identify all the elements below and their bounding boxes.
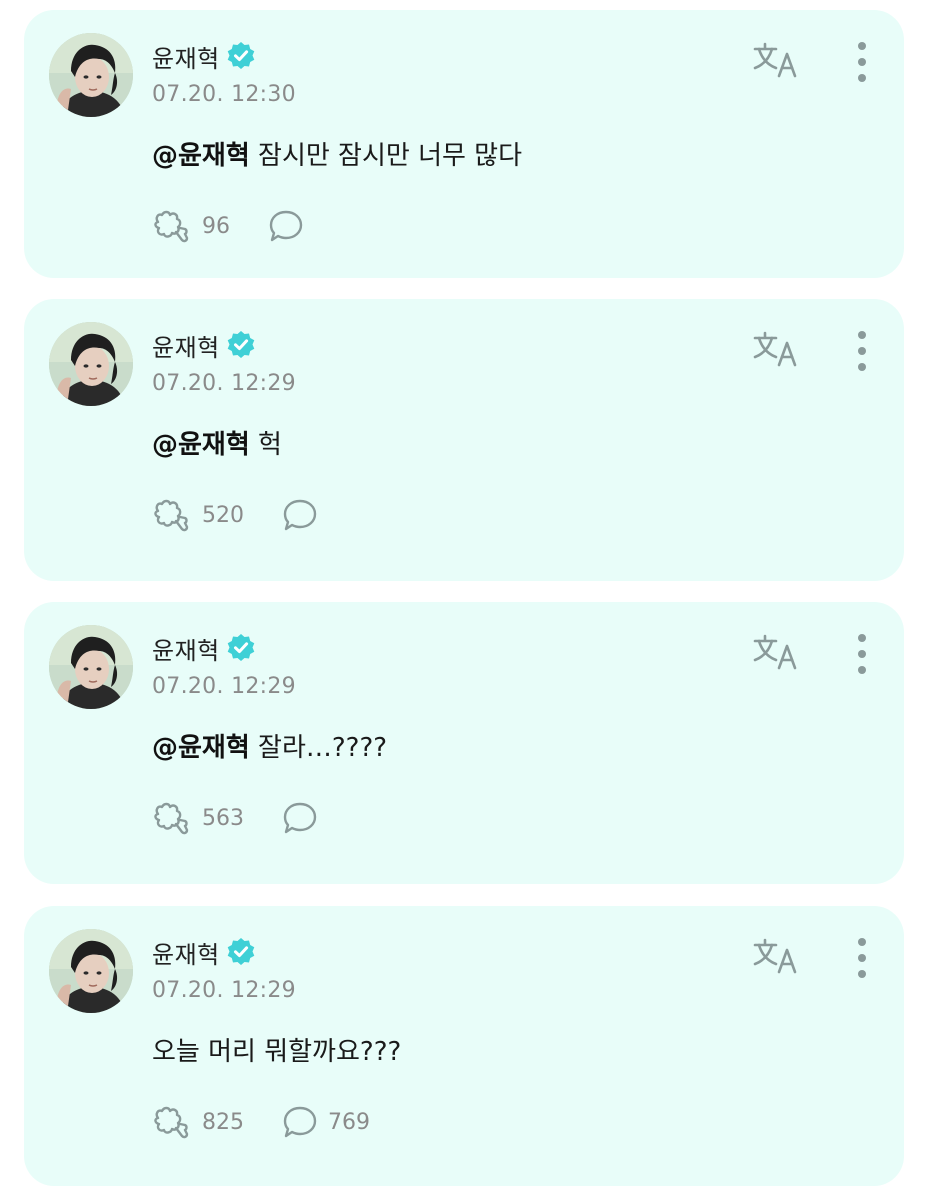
heart-hand-icon: [152, 208, 192, 244]
like-count: 520: [202, 502, 244, 528]
more-vertical-icon[interactable]: [850, 329, 874, 373]
avatar[interactable]: [49, 929, 133, 1013]
comment-button[interactable]: [268, 208, 304, 244]
post-card[interactable]: 윤재혁 07.20. 12:30 @윤재혁 잠시만 잠시만 너무 많다 96: [24, 10, 904, 278]
post-actions: 96: [152, 205, 342, 247]
like-button[interactable]: 96: [152, 208, 230, 244]
post-actions: 563: [152, 797, 356, 839]
speech-bubble-icon: [282, 1104, 318, 1140]
mention-link[interactable]: @윤재혁: [152, 733, 250, 763]
post-text: 오늘 머리 뭐할까요???: [152, 1037, 402, 1067]
post-body: @윤재혁 잠시만 잠시만 너무 많다: [152, 135, 522, 172]
mention-link[interactable]: @윤재혁: [152, 430, 250, 460]
more-vertical-icon[interactable]: [850, 936, 874, 980]
translate-icon[interactable]: [752, 329, 802, 369]
speech-bubble-icon: [282, 800, 318, 836]
post-timestamp: 07.20. 12:29: [152, 674, 296, 699]
post-actions: 825 769: [152, 1101, 408, 1143]
post-timestamp: 07.20. 12:30: [152, 82, 296, 107]
post-card[interactable]: 윤재혁 07.20. 12:29 @윤재혁 잘라…???? 563: [24, 602, 904, 884]
post-body: @윤재혁 잘라…????: [152, 727, 387, 764]
speech-bubble-icon: [268, 208, 304, 244]
speech-bubble-icon: [282, 497, 318, 533]
like-button[interactable]: 563: [152, 800, 244, 836]
post-text: 잘라…????: [249, 733, 388, 763]
verified-badge-icon: [226, 633, 256, 663]
author-name[interactable]: 윤재혁: [152, 328, 220, 363]
author-name[interactable]: 윤재혁: [152, 935, 220, 970]
author-row: 윤재혁: [152, 39, 256, 73]
comment-button[interactable]: 769: [282, 1104, 370, 1140]
post-timestamp: 07.20. 12:29: [152, 978, 296, 1003]
verified-badge-icon: [226, 41, 256, 71]
heart-hand-icon: [152, 1104, 192, 1140]
like-count: 563: [202, 805, 244, 831]
comment-button[interactable]: [282, 497, 318, 533]
comment-count: 769: [328, 1109, 370, 1135]
heart-hand-icon: [152, 497, 192, 533]
avatar[interactable]: [49, 625, 133, 709]
translate-icon[interactable]: [752, 40, 802, 80]
more-vertical-icon[interactable]: [850, 632, 874, 676]
translate-icon[interactable]: [752, 936, 802, 976]
author-name[interactable]: 윤재혁: [152, 631, 220, 666]
more-vertical-icon[interactable]: [850, 40, 874, 84]
post-text: 잠시만 잠시만 너무 많다: [249, 141, 523, 171]
verified-badge-icon: [226, 937, 256, 967]
like-count: 96: [202, 213, 230, 239]
like-button[interactable]: 520: [152, 497, 244, 533]
post-card[interactable]: 윤재혁 07.20. 12:29 @윤재혁 헉 520: [24, 299, 904, 581]
verified-badge-icon: [226, 330, 256, 360]
translate-icon[interactable]: [752, 632, 802, 672]
avatar[interactable]: [49, 33, 133, 117]
mention-link[interactable]: @윤재혁: [152, 141, 250, 171]
author-row: 윤재혁: [152, 328, 256, 362]
post-actions: 520: [152, 494, 356, 536]
like-count: 825: [202, 1109, 244, 1135]
like-button[interactable]: 825: [152, 1104, 244, 1140]
author-name[interactable]: 윤재혁: [152, 39, 220, 74]
post-card[interactable]: 윤재혁 07.20. 12:29 오늘 머리 뭐할까요??? 825 769: [24, 906, 904, 1186]
post-body: 오늘 머리 뭐할까요???: [152, 1031, 401, 1068]
comment-button[interactable]: [282, 800, 318, 836]
avatar[interactable]: [49, 322, 133, 406]
post-timestamp: 07.20. 12:29: [152, 371, 296, 396]
heart-hand-icon: [152, 800, 192, 836]
post-body: @윤재혁 헉: [152, 424, 282, 461]
author-row: 윤재혁: [152, 935, 256, 969]
author-row: 윤재혁: [152, 631, 256, 665]
post-text: 헉: [249, 430, 282, 460]
